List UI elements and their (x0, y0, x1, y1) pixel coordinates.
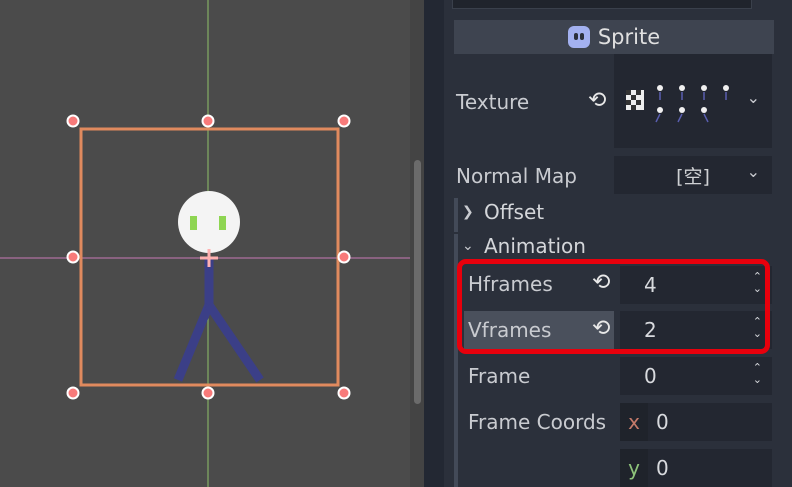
annotation-highlight-box (457, 259, 770, 354)
stick-figure-sprite[interactable] (173, 191, 264, 383)
normal-map-label: Normal Map (456, 164, 577, 188)
sprite-left-eye (190, 216, 197, 230)
handle-top-left[interactable] (66, 114, 80, 128)
handle-top-right[interactable] (337, 114, 351, 128)
sprite-section-title: Sprite (597, 25, 661, 49)
spritesheet-thumbnail (655, 85, 729, 123)
handle-left[interactable] (66, 250, 80, 264)
offset-section-header[interactable]: ❯ Offset (462, 200, 544, 224)
panel-splitter[interactable] (424, 0, 444, 487)
frame-spinbox[interactable]: 0 ⌃ ⌄ (620, 357, 772, 395)
animation-section-header[interactable]: ⌄ Animation (462, 234, 586, 258)
texture-picker[interactable]: ⌄ (614, 54, 772, 148)
handle-bottom[interactable] (201, 386, 215, 400)
revert-icon[interactable]: ⟲ (588, 90, 606, 112)
animation-label: Animation (484, 234, 586, 258)
handle-bottom-left[interactable] (66, 386, 80, 400)
frame-coords-x-field[interactable]: 0 (648, 403, 772, 441)
section-indent-line (454, 198, 458, 232)
sprite-node-icon (567, 26, 590, 48)
offset-label: Offset (484, 200, 545, 224)
normal-map-value: [空] (676, 165, 710, 188)
handle-bottom-right[interactable] (337, 386, 351, 400)
frame-coords-y-value: 0 (656, 456, 669, 480)
frame-coords-x-value: 0 (656, 410, 669, 434)
checker-texture-icon (626, 90, 644, 110)
chevron-right-icon: ❯ (462, 204, 474, 220)
texture-label: Texture (456, 90, 530, 114)
canvas-viewport[interactable] (0, 0, 424, 487)
viewport-scrollbar-thumb[interactable] (414, 160, 421, 404)
frame-value: 0 (644, 364, 657, 388)
handle-right[interactable] (337, 250, 351, 264)
sprite-head (178, 191, 240, 253)
frame-coords-label: Frame Coords (468, 410, 607, 434)
normal-map-picker[interactable]: [空] ⌄ (614, 156, 772, 194)
handle-top[interactable] (201, 114, 215, 128)
sprite-right-eye (219, 216, 226, 230)
chevron-down-icon[interactable]: ⌄ (747, 88, 760, 107)
frame-coords-y-axis: y (620, 449, 648, 487)
inspector-top-field[interactable] (452, 0, 752, 9)
frame-coords-x-axis: x (620, 403, 648, 441)
spin-arrows-icon[interactable]: ⌃ ⌄ (753, 362, 762, 386)
sprite-left-leg (173, 303, 214, 382)
chevron-down-icon[interactable]: ⌄ (747, 162, 760, 181)
viewport-canvas[interactable] (0, 0, 424, 487)
frame-label: Frame (468, 364, 531, 388)
sprite-right-leg (205, 302, 264, 383)
chevron-down-icon: ⌄ (462, 238, 474, 254)
inspector-panel: Sprite Texture ⟲ ⌄ Normal Map [空] ⌄ ❯ Of… (444, 0, 792, 487)
frame-coords-y-field[interactable]: 0 (648, 449, 772, 487)
sprite-section-header[interactable]: Sprite (454, 20, 774, 54)
